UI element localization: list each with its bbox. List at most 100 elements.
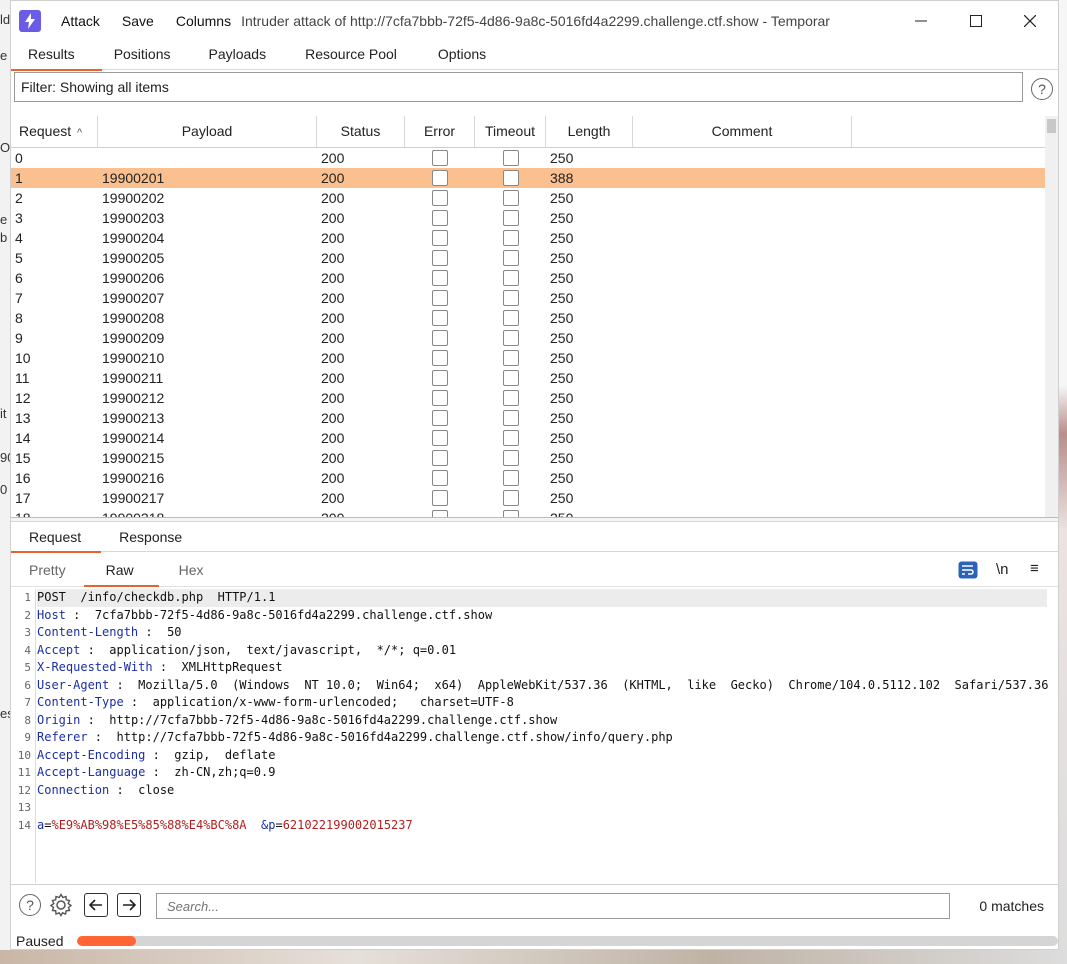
request-line-text: POST /info/checkdb.php HTTP/1.1 [37,590,276,604]
line-number: 2 [24,608,31,622]
timeout-checkbox [502,250,519,266]
cell-payload [98,148,317,168]
show-newlines-button[interactable]: \n [996,561,1009,578]
table-row[interactable]: 6 19900206 200 250 [11,268,1045,288]
tab-resource-pool[interactable]: Resource Pool [285,41,416,69]
column-header-request[interactable]: Request ^ [11,116,98,147]
filter-bar[interactable]: Filter: Showing all items [14,72,1023,102]
table-row[interactable]: 1819900218200 250 [11,508,1045,517]
table-row[interactable]: 9 19900209 200 250 [11,328,1045,348]
maximize-button[interactable] [951,1,1001,41]
tab-positions[interactable]: Positions [102,41,190,69]
menu-icon[interactable]: ≡ [1030,560,1039,577]
header-separator: : [123,695,153,709]
error-checkbox [432,250,448,266]
table-row[interactable]: 3 19900203 200 250 [11,208,1045,228]
table-row[interactable]: 17 19900217 200 250 [11,488,1045,508]
cell-error [405,308,475,328]
tab-response[interactable]: Response [101,523,200,551]
table-row[interactable]: 12 19900212 200 250 [11,388,1045,408]
table-row[interactable]: 7 19900207 200 250 [11,288,1045,308]
header-value: gzip, deflate [174,747,276,762]
scrollbar-thumb[interactable] [1047,119,1056,133]
help-icon[interactable]: ? [19,894,41,916]
raw-request-editor[interactable]: 1 2 3 4 5 6 7 8 9 10 11 12 13 14 POST /info/checkdb.p… [11,589,1058,883]
tab-pretty[interactable]: Pretty [11,556,84,586]
cell-length: 250 [550,450,574,466]
table-row[interactable]: 8 19900208 200 250 [11,308,1045,328]
vertical-scrollbar[interactable] [1045,116,1058,517]
request-line: POST /info/checkdb.php HTTP/1.1 [37,589,1047,607]
table-row[interactable]: 2 19900202 200 250 [11,188,1045,208]
menu-attack[interactable]: Attack [61,13,100,29]
header-value: http://7cfa7bbb-72f5-4d86-9a8c-5016fd4a2… [116,730,673,744]
timeout-checkbox [502,490,519,506]
column-header-status[interactable]: Status [317,116,405,147]
column-header-length[interactable]: Length [546,116,633,147]
settings-button[interactable] [49,893,73,920]
header-value: XMLHttpRequest [181,660,283,674]
tab-hex[interactable]: Hex [159,556,222,586]
column-header-payload[interactable]: Payload [98,116,317,147]
split-pane-divider[interactable] [11,517,1058,522]
table-row[interactable]: 1 19900201 200 388 [11,168,1045,188]
error-checkbox [432,410,448,426]
line-number: 6 [24,678,31,692]
cell-error [405,188,475,208]
cell-error [405,448,475,468]
cell-comment [633,368,852,388]
table-row[interactable]: 15 19900215 200 250 [11,448,1045,468]
message-tabs: Request Response [11,523,1058,553]
table-row[interactable]: 5 19900205 200 250 [11,248,1045,268]
tab-options[interactable]: Options [416,41,505,69]
menu-save[interactable]: Save [122,13,154,29]
cell-timeout [475,328,546,348]
column-header-timeout[interactable]: Timeout [475,116,546,147]
table-row[interactable]: 16 19900216 200 250 [11,468,1045,488]
table-row[interactable]: 0 200 250 [11,148,1045,168]
attack-progress-bar [77,936,1058,946]
cell-request: 12 [15,390,31,406]
line-number: 14 [17,818,31,832]
timeout-checkbox [502,510,519,517]
sort-ascending-icon: ^ [77,127,83,139]
table-row[interactable]: 11 19900211 200 250 [11,368,1045,388]
cell-comment [633,328,852,348]
request-line: User-Agent : Mozilla/5.0 (Windows NT 10.… [37,677,1048,695]
close-button[interactable] [1005,1,1055,41]
header-separator: : [80,642,110,657]
next-match-button[interactable] [117,893,141,917]
minimize-button[interactable] [896,1,946,41]
cell-status: 200 [321,330,345,346]
cell-request: 4 [15,230,23,246]
table-row[interactable]: 4 19900204 200 250 [11,228,1045,248]
menu-columns[interactable]: Columns [176,13,231,29]
cell-request: 10 [15,350,31,366]
tab-raw[interactable]: Raw [83,556,159,587]
search-field[interactable] [156,893,950,919]
tab-request[interactable]: Request [11,523,102,553]
background-text: O [0,140,11,155]
tab-results[interactable]: Results [11,41,102,71]
line-number: 8 [24,713,31,727]
help-icon[interactable]: ? [1031,78,1053,100]
cell-length: 250 [550,150,574,166]
cell-comment [633,148,852,168]
tab-payloads[interactable]: Payloads [190,41,286,69]
table-row[interactable]: 10 19900210 200 250 [11,348,1045,368]
timeout-checkbox [502,410,519,426]
column-header-comment[interactable]: Comment [633,116,852,147]
table-row[interactable]: 14 19900214 200 250 [11,428,1045,448]
word-wrap-button[interactable] [958,561,978,583]
previous-match-button[interactable] [84,893,108,917]
header-name: Referer [37,730,88,744]
request-line: Accept : application/json, text/javascri… [37,642,1047,660]
cell-request: 7 [15,290,23,306]
intruder-attack-window: Attack Save Columns Intruder attack of h… [10,0,1059,950]
cell-timeout [475,508,546,517]
column-header-error[interactable]: Error [405,116,475,147]
cell-length: 250 [550,370,574,386]
table-row[interactable]: 13 19900213 200 250 [11,408,1045,428]
search-input[interactable] [165,894,949,918]
attack-status: Paused [16,933,64,949]
